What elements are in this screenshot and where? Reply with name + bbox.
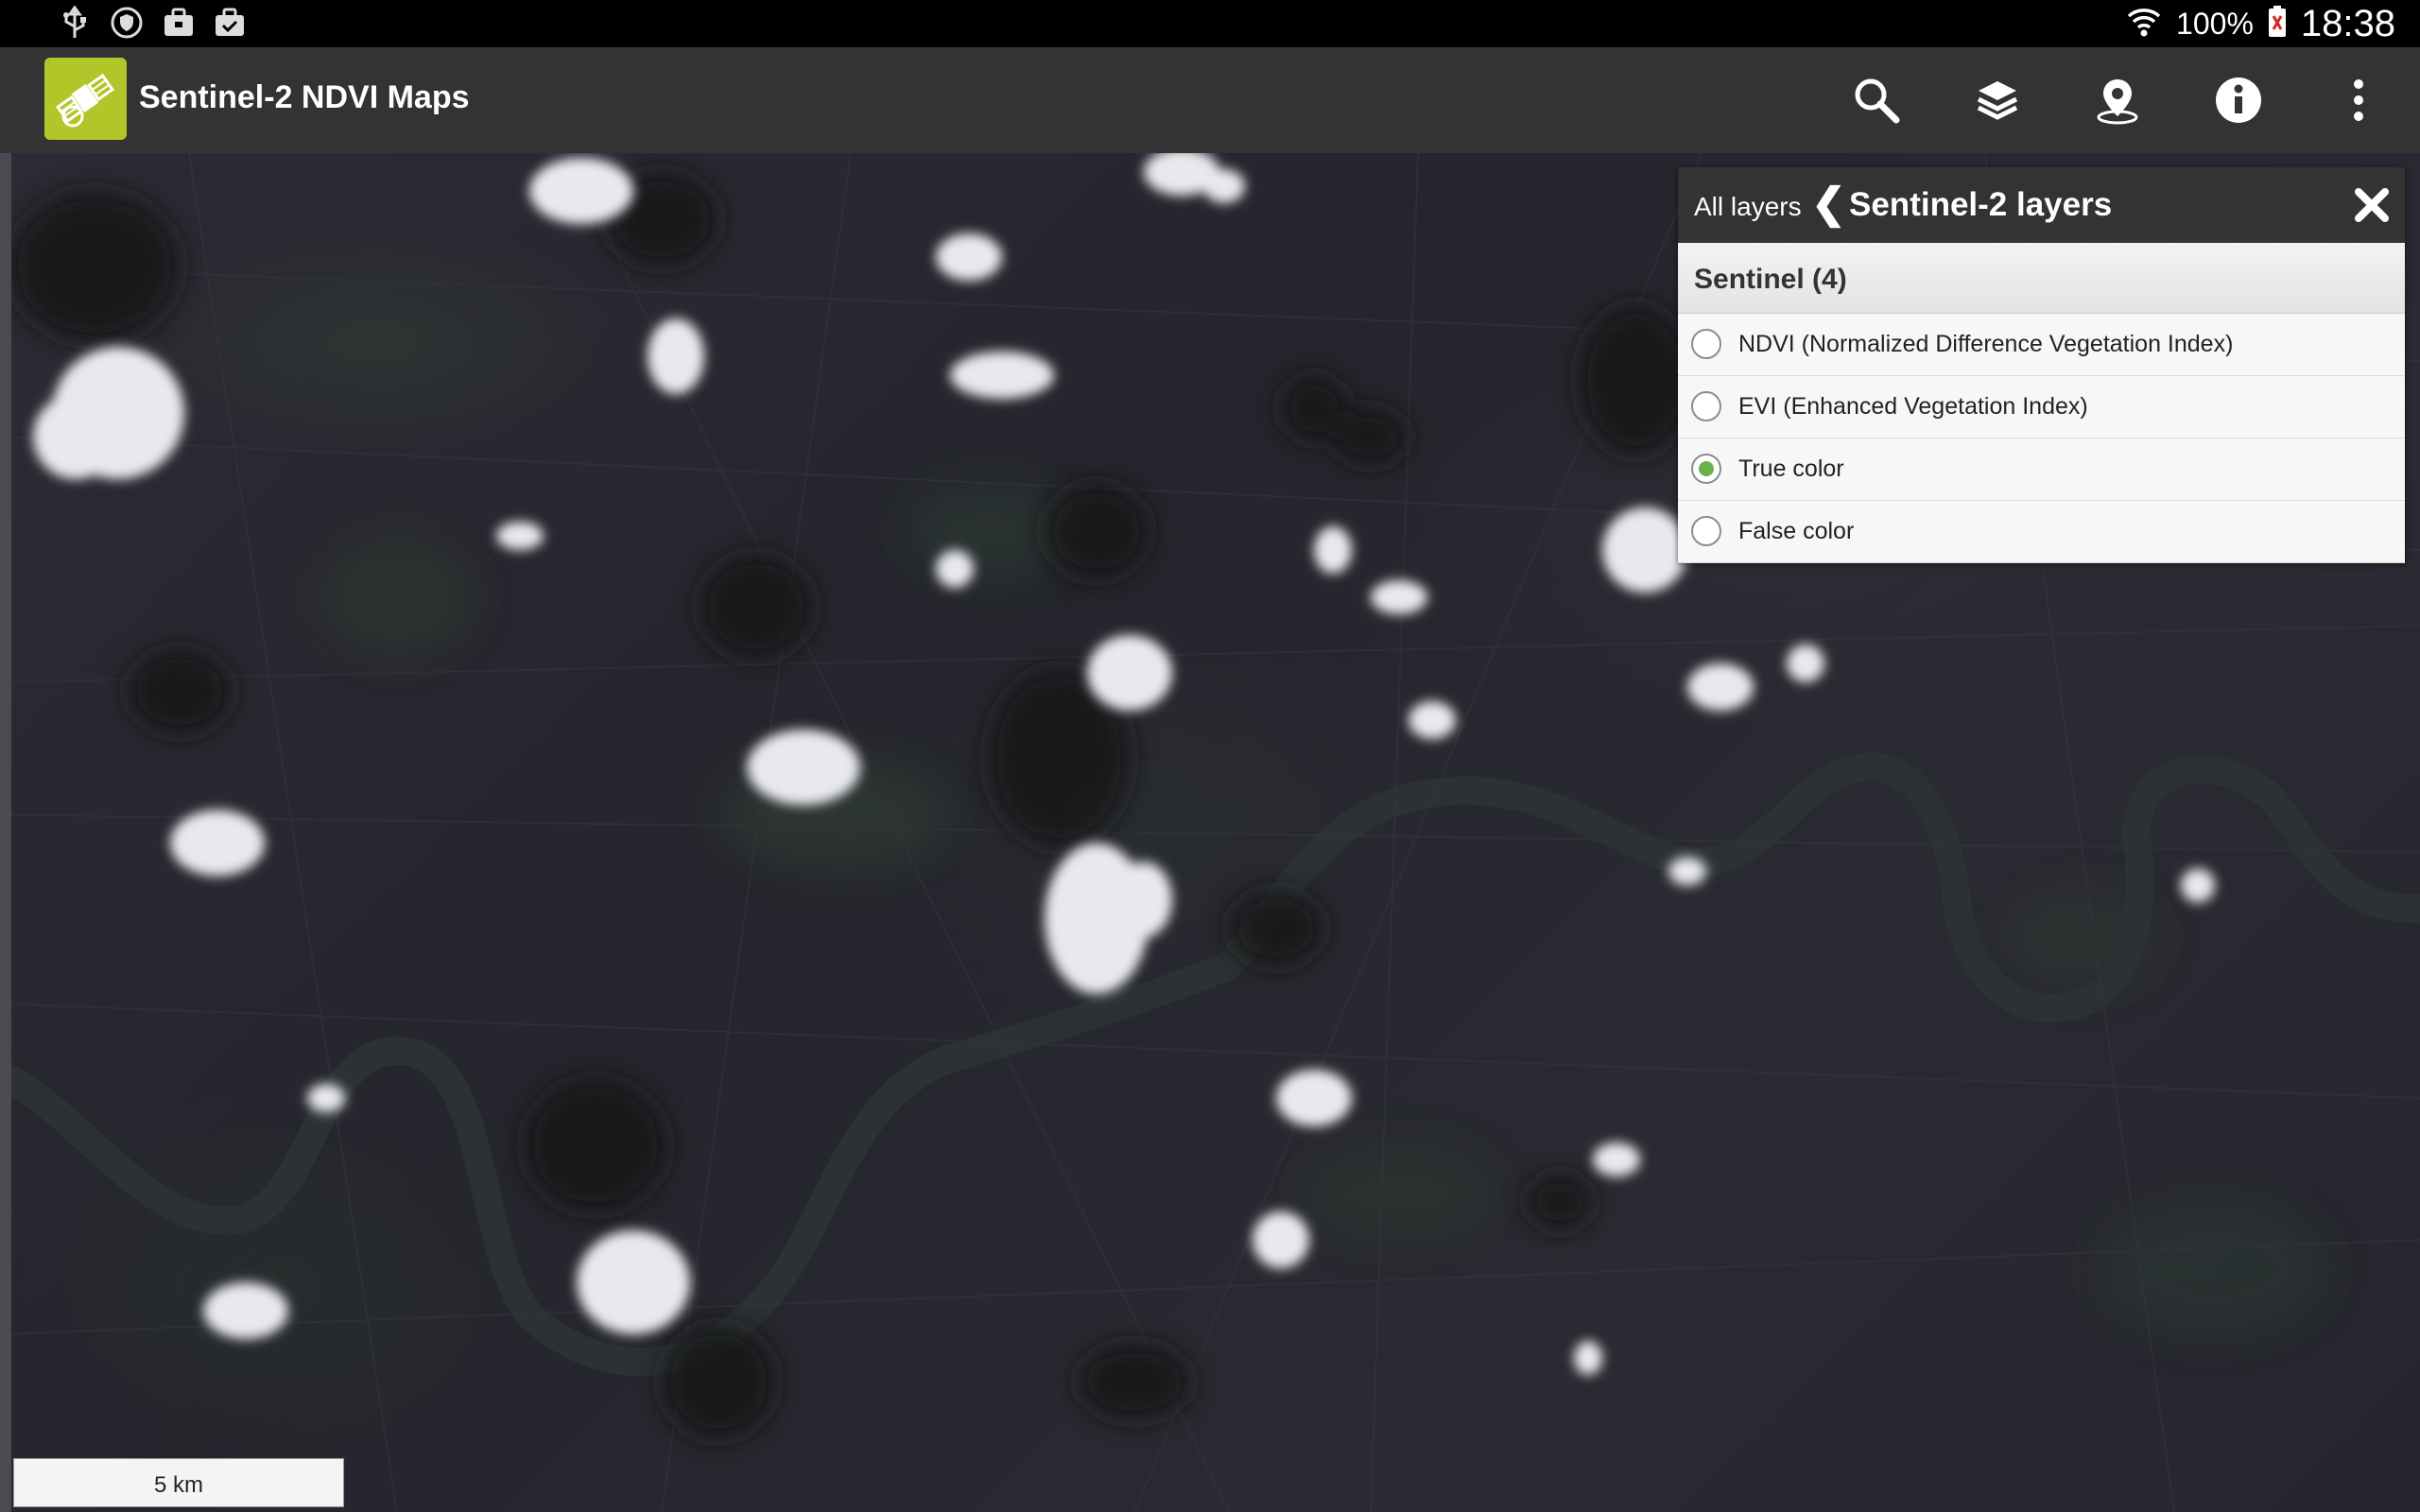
layer-option-label: EVI (Enhanced Vegetation Index)	[1738, 393, 2088, 420]
radio-true-color[interactable]	[1691, 454, 1721, 484]
layer-group-title: Sentinel (4)	[1694, 264, 1847, 295]
briefcase-check-icon	[214, 8, 246, 38]
action-bar: Sentinel-2 NDVI Maps	[0, 47, 2420, 155]
layer-option-label: NDVI (Normalized Difference Vegetation I…	[1738, 331, 2234, 357]
close-icon	[2355, 188, 2389, 222]
radio-evi[interactable]	[1691, 391, 1721, 421]
app-title: Sentinel-2 NDVI Maps	[139, 79, 470, 115]
battery-icon	[2267, 5, 2288, 43]
briefcase-icon	[163, 8, 195, 38]
layers-button[interactable]	[1969, 72, 2026, 129]
chevron-left-icon: ❮	[1811, 180, 1846, 227]
search-icon	[1855, 78, 1900, 124]
breadcrumb-all-layers[interactable]: All layers	[1694, 192, 1802, 222]
layer-group-header[interactable]: Sentinel (4)	[1678, 243, 2405, 314]
system-status: 100% 18:38	[2125, 0, 2395, 47]
layers-panel-header: All layers ❮ Sentinel-2 layers	[1678, 167, 2405, 243]
radio-false-color[interactable]	[1691, 516, 1721, 546]
info-button[interactable]	[2210, 72, 2267, 129]
location-button[interactable]	[2089, 72, 2146, 129]
layers-panel: All layers ❮ Sentinel-2 layers Sentinel …	[1678, 167, 2405, 563]
radio-ndvi[interactable]	[1691, 329, 1721, 359]
usb-icon	[59, 6, 91, 40]
map-edge	[0, 153, 11, 1512]
overflow-menu-button[interactable]	[2330, 72, 2387, 129]
layer-option-evi[interactable]: EVI (Enhanced Vegetation Index)	[1678, 376, 2405, 438]
layer-option-true-color[interactable]: True color	[1678, 438, 2405, 501]
layer-option-label: False color	[1738, 518, 1855, 544]
notification-icons	[59, 6, 246, 40]
close-button[interactable]	[2353, 186, 2391, 224]
shield-icon	[110, 6, 144, 40]
clock: 18:38	[2300, 2, 2395, 44]
layer-option-false-color[interactable]: False color	[1678, 501, 2405, 563]
layer-option-label: True color	[1738, 455, 1844, 482]
wifi-icon	[2125, 5, 2163, 43]
layers-panel-title: Sentinel-2 layers	[1849, 186, 2113, 223]
layer-option-ndvi[interactable]: NDVI (Normalized Difference Vegetation I…	[1678, 314, 2405, 376]
overflow-menu-icon	[2354, 79, 2363, 121]
scale-label: 5 km	[153, 1472, 203, 1498]
info-icon	[2216, 77, 2261, 123]
app-logo-icon	[44, 58, 127, 140]
layers-icon	[1977, 81, 2018, 120]
status-bar: 100% 18:38	[0, 0, 2420, 47]
map-scale-bar: 5 km	[13, 1458, 344, 1507]
search-button[interactable]	[1848, 72, 1905, 129]
location-pin-icon	[2097, 79, 2138, 125]
battery-percent: 100%	[2176, 6, 2254, 41]
